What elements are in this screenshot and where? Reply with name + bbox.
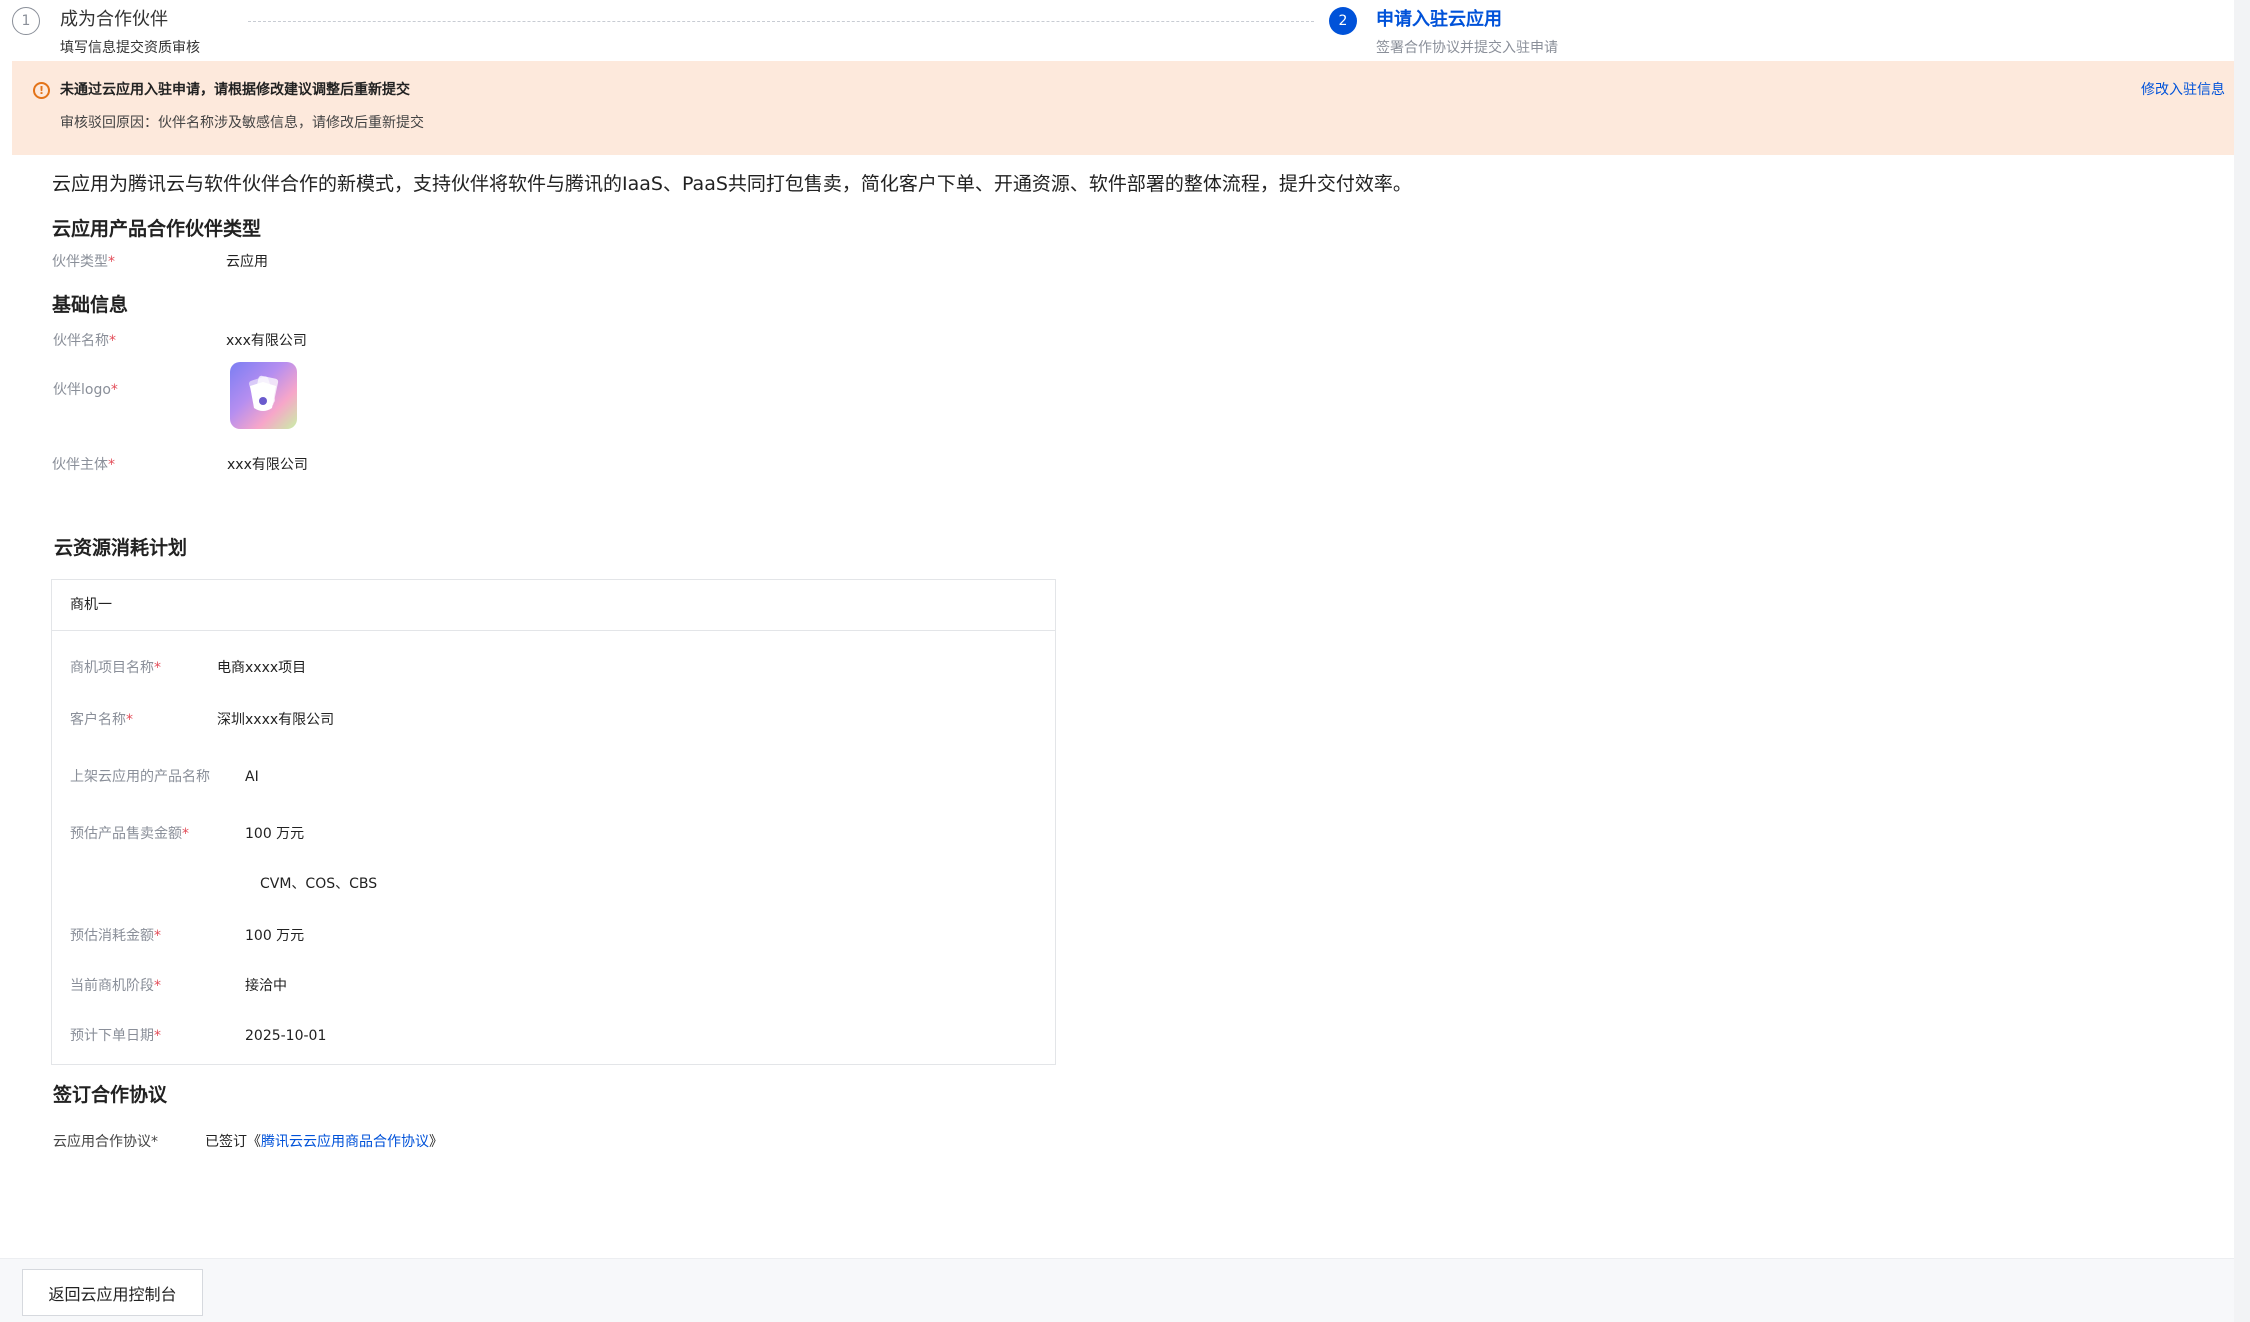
- step-2-desc: 签署合作协议并提交入驻申请: [1376, 40, 1558, 56]
- agreement-section-title: 签订合作协议: [53, 1084, 168, 1106]
- step-1-desc: 填写信息提交资质审核: [60, 40, 200, 56]
- label-text: 当前商机阶段: [70, 978, 154, 994]
- partner-logo-label: 伙伴logo*: [53, 380, 118, 400]
- warning-circle-icon: !: [33, 82, 50, 99]
- required-mark: *: [182, 826, 189, 842]
- step-1-title: 成为合作伙伴: [60, 9, 168, 30]
- step-connector: [248, 21, 1314, 22]
- label-text: 预估产品售卖金额: [70, 826, 182, 842]
- customer-name-value: 深圳xxxx有限公司: [217, 712, 335, 728]
- opportunity-card-header: 商机一: [52, 580, 1055, 631]
- intro-text: 云应用为腾讯云与软件伙伴合作的新模式，支持伙伴将软件与腾讯的IaaS、PaaS共…: [52, 173, 1412, 195]
- agreement-link[interactable]: 腾讯云云应用商品合作协议: [261, 1134, 429, 1150]
- consume-amount-value: 100 万元: [245, 928, 305, 944]
- required-mark: *: [154, 928, 161, 944]
- sales-amount-value: 100 万元: [245, 826, 305, 842]
- sales-amount-label: 预估产品售卖金额*: [70, 824, 189, 844]
- customer-name-label: 客户名称*: [70, 710, 133, 730]
- label-text: 云应用合作协议: [53, 1134, 151, 1150]
- label-text: 伙伴主体: [52, 457, 108, 473]
- agreement-label: 云应用合作协议*: [53, 1132, 158, 1152]
- order-date-label: 预计下单日期*: [70, 1026, 161, 1046]
- partner-type-section-title: 云应用产品合作伙伴类型: [52, 218, 262, 240]
- label-text: 预计下单日期: [70, 1028, 154, 1044]
- label-text: 商机项目名称: [70, 660, 154, 676]
- partner-entity-label: 伙伴主体*: [52, 455, 115, 475]
- tag-cards-icon: [248, 375, 279, 411]
- agreement-prefix: 已签订《: [205, 1134, 261, 1150]
- agreement-suffix: 》: [429, 1134, 443, 1150]
- cloud-resources-value: CVM、COS、CBS: [260, 876, 378, 892]
- partner-type-label: 伙伴类型*: [52, 252, 115, 272]
- edit-application-link[interactable]: 修改入驻信息: [2141, 80, 2225, 100]
- required-mark: *: [109, 333, 116, 349]
- opportunity-card-title: 商机一: [70, 597, 112, 613]
- step-2-title: 申请入驻云应用: [1376, 9, 1502, 30]
- project-name-label: 商机项目名称*: [70, 658, 161, 678]
- resource-plan-section-title: 云资源消耗计划: [54, 537, 188, 559]
- order-date-value: 2025-10-01: [245, 1028, 327, 1044]
- required-mark: *: [108, 254, 115, 270]
- agreement-value: 已签订《腾讯云云应用商品合作协议》: [205, 1132, 443, 1152]
- required-mark: *: [110, 382, 118, 398]
- required-mark: *: [154, 978, 161, 994]
- required-mark: *: [154, 1028, 161, 1044]
- label-text: 客户名称: [70, 712, 126, 728]
- partner-logo-image: [230, 362, 297, 429]
- required-mark: *: [154, 660, 161, 676]
- label-text: 预估消耗金额: [70, 928, 154, 944]
- product-name-value: AI: [245, 769, 259, 785]
- partner-type-value: 云应用: [226, 254, 268, 270]
- page-scrollbar[interactable]: [2234, 0, 2250, 1322]
- step-2-number: 2: [1329, 7, 1357, 35]
- partner-name-label: 伙伴名称*: [53, 331, 116, 351]
- page: 1 成为合作伙伴 填写信息提交资质审核 2 申请入驻云应用 签署合作协议并提交入…: [0, 0, 2250, 1322]
- alert-title: 未通过云应用入驻申请，请根据修改建议调整后重新提交: [60, 82, 410, 98]
- consume-amount-label: 预估消耗金额*: [70, 926, 161, 946]
- basic-info-section-title: 基础信息: [52, 294, 129, 316]
- opportunity-card: 商机一 商机项目名称* 电商xxxx项目 客户名称* 深圳xxxx有限公司 上架…: [51, 579, 1056, 1065]
- required-mark: *: [108, 457, 115, 473]
- label-text: 伙伴logo: [53, 382, 111, 398]
- partner-name-value: xxx有限公司: [226, 333, 307, 349]
- label-text: 伙伴名称: [53, 333, 109, 349]
- partner-entity-value: xxx有限公司: [227, 457, 308, 473]
- footer-bar: 返回云应用控制台: [0, 1258, 2234, 1322]
- opportunity-stage-value: 接洽中: [245, 978, 287, 994]
- project-name-value: 电商xxxx项目: [217, 660, 307, 676]
- product-name-label: 上架云应用的产品名称: [70, 769, 210, 785]
- step-1-number: 1: [12, 7, 40, 35]
- alert-reason: 审核驳回原因：伙伴名称涉及敏感信息，请修改后重新提交: [60, 115, 424, 131]
- label-text: 伙伴类型: [52, 254, 108, 270]
- required-mark: *: [151, 1134, 158, 1150]
- rejection-alert: ! 未通过云应用入驻申请，请根据修改建议调整后重新提交 审核驳回原因：伙伴名称涉…: [12, 61, 2249, 155]
- back-to-console-button[interactable]: 返回云应用控制台: [22, 1269, 203, 1316]
- steps-bar: 1 成为合作伙伴 填写信息提交资质审核 2 申请入驻云应用 签署合作协议并提交入…: [0, 0, 2234, 60]
- required-mark: *: [126, 712, 133, 728]
- opportunity-stage-label: 当前商机阶段*: [70, 976, 161, 996]
